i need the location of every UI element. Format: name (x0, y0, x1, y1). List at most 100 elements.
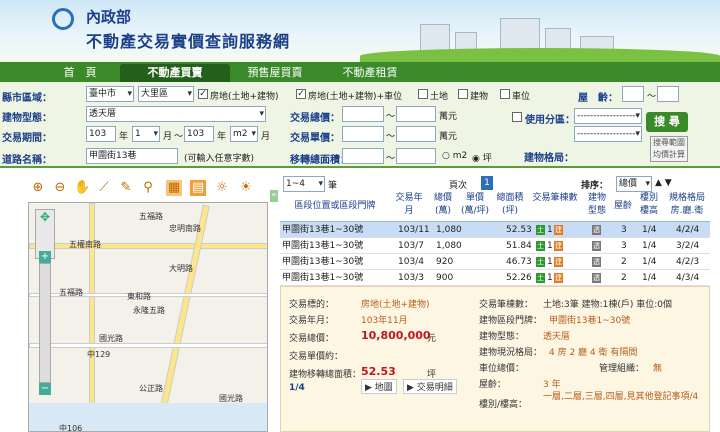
row-level: 1/4 (642, 225, 657, 235)
use-zone-sub-select[interactable]: ------------------- (574, 126, 642, 142)
map-view[interactable]: 五權南路 忠明南路 五福路 大明路 五福路 東和路 永隆五路 國光路 公正路 國… (28, 202, 268, 432)
type-land-label: 土地 (430, 92, 449, 102)
map-road (29, 343, 267, 348)
detail-link-button[interactable]: ▶ 交易明細 (403, 379, 457, 394)
map-label: 國光路 (219, 394, 243, 403)
unit-m2-radio[interactable]: ○ m2 (442, 151, 467, 161)
detail-pager[interactable]: 1/4 (289, 383, 305, 393)
map-label: 東和路 (127, 292, 151, 301)
table-row[interactable]: 甲圍街13巷1~30號 103/7 1,080 51.84 土 1 建 透 3 1/4 3/2/4 (280, 238, 710, 254)
year-from-input[interactable]: 103 (86, 126, 116, 142)
map-label: 國光路 (99, 334, 123, 343)
area-max-input[interactable] (396, 148, 436, 164)
detail-count: 土地:3筆 建物:1棟(戶) 車位:0個 (543, 300, 673, 310)
row-type-icon: 透 (592, 257, 601, 267)
type-land-checkbox[interactable] (418, 89, 428, 99)
zoom-out-icon[interactable]: − (39, 383, 51, 395)
search-button[interactable]: 搜 尋 (646, 112, 688, 132)
detail-key: 屋齡： (479, 380, 507, 390)
tab-real-estate-sale[interactable]: 不動產買賣 (120, 64, 230, 82)
land-icon: 土 (536, 225, 545, 235)
sun2-icon[interactable]: ☀ (238, 180, 254, 196)
pan-icon[interactable]: ✋ (74, 180, 90, 196)
zoom-in-icon[interactable]: ⊕ (30, 180, 46, 196)
row-type-icon: 透 (592, 225, 601, 235)
sort-select[interactable]: 總價 (616, 176, 652, 192)
map-label: 五福路 (139, 212, 163, 221)
collapse-panel-icon[interactable]: « (270, 190, 278, 202)
map-link-button[interactable]: ▶ 地圖 (361, 379, 397, 394)
detail-key: 建物型態： (479, 332, 525, 342)
unit-price-max-input[interactable] (396, 126, 436, 142)
pen-label: 筆 (328, 181, 338, 191)
row-count: 1 (547, 225, 553, 235)
table-row[interactable]: 甲圍街13巷1~30號 103/4 920 46.73 土 1 建 透 2 1/4 4/2/3 (280, 254, 710, 270)
draw-icon[interactable]: ✎ (118, 180, 134, 196)
map-label: 永隆五路 (133, 306, 165, 315)
measure-icon[interactable]: ⟋ (96, 180, 112, 196)
detail-building-type: 透天厝 (543, 332, 571, 342)
page-number[interactable]: 1 (481, 176, 493, 190)
price-max-input[interactable] (396, 106, 436, 122)
map-zoom-slider[interactable] (39, 263, 51, 383)
col-count: 交易筆棟數 (532, 193, 578, 203)
detail-mgmt: 無 (653, 364, 663, 374)
tab-presale[interactable]: 預售屋買賣 (230, 64, 320, 82)
type-house-land-label: 房地(土地+建物) (210, 92, 279, 102)
city-select[interactable]: 臺中市 (86, 86, 134, 102)
row-count: 1 (547, 273, 553, 283)
type-house-land-checkbox[interactable]: ✓ (198, 89, 208, 99)
row-addr: 甲圍街13巷1~30號 (282, 273, 364, 283)
main-nav: 首 頁 不動產買賣 預售屋買賣 不動產租賃 (0, 62, 720, 82)
area-min-input[interactable] (342, 148, 384, 164)
detail-total-price: 10,800,000 (361, 329, 431, 342)
detail-date: 103年11月 (361, 316, 408, 326)
detail-key: 交易年月： (289, 316, 335, 326)
building-type-select[interactable]: 透天厝 (86, 106, 266, 122)
period-label: 交易期間： (2, 133, 52, 144)
layer-icon[interactable]: ▦ (166, 180, 182, 196)
avg-price-calc-button[interactable]: 搜尋範圍均價計算 (650, 136, 688, 162)
row-level: 1/4 (642, 257, 657, 267)
tab-rental[interactable]: 不動產租賃 (325, 64, 415, 82)
col-addr: 區段位置或區段門牌 (294, 201, 376, 211)
type-building-checkbox[interactable] (458, 89, 468, 99)
year-to-input[interactable]: 103 (184, 126, 214, 142)
range-select[interactable]: 1~4 (283, 176, 325, 192)
unit-price-min-input[interactable] (342, 126, 384, 142)
detail-panel: 交易標的： 房地(土地+建物) 交易年月： 103年11月 交易總價： 10,8… (280, 286, 710, 432)
table-row[interactable]: 甲圍街13巷1~30號 103/11 1,080 52.53 土 1 建 透 3 1/4 4/2/4 (280, 222, 710, 238)
age-min-input[interactable] (622, 86, 644, 102)
row-area: 52.53 (506, 225, 532, 235)
sort-direction[interactable]: ▲ ▼ (655, 178, 672, 188)
map-toolbar: ⊕ ⊖ ✋ ⟋ ✎ ⚲ ▦ ▤ ☼ ☀ (28, 178, 276, 200)
price-min-input[interactable] (342, 106, 384, 122)
type-parking-checkbox[interactable] (500, 89, 510, 99)
district-select[interactable]: 大里區 (138, 86, 194, 102)
detail-key: 建物移轉總面積： (289, 370, 362, 380)
month-unit: 月 (163, 132, 173, 142)
detail-key: 建物區段門牌： (479, 316, 543, 326)
zoom-out-icon[interactable]: ⊖ (52, 180, 68, 196)
table-row[interactable]: 甲圍街13巷1~30號 103/3 900 52.26 土 1 建 透 2 1/4 4/3/4 (280, 270, 710, 286)
age-max-input[interactable] (657, 86, 679, 102)
unit-ping-radio[interactable]: ◉ 坪 (472, 151, 492, 164)
type-house-land-parking-checkbox[interactable]: ✓ (296, 89, 306, 99)
road-hint: (可輸入任意字數) (184, 154, 255, 164)
col-area: 總面積(坪) (496, 193, 524, 216)
detail-key: 樓別/樓高： (479, 400, 528, 410)
map-label: 五權南路 (69, 240, 101, 249)
use-zone-checkbox[interactable] (512, 112, 522, 122)
sun-icon[interactable]: ☼ (214, 180, 230, 196)
detail-key: 交易單價約： (289, 352, 344, 362)
tab-home[interactable]: 首 頁 (40, 64, 120, 82)
month-from-select[interactable]: 1 (132, 126, 160, 142)
grid-icon[interactable]: ▤ (190, 180, 206, 196)
month-to-select[interactable]: m2 (230, 126, 258, 142)
row-addr: 甲圍街13巷1~30號 (282, 225, 364, 235)
use-zone-select[interactable]: ------------------- (574, 108, 642, 124)
locate-icon[interactable]: ⚲ (140, 180, 156, 196)
road-input[interactable]: 甲圍街13巷 (86, 148, 178, 164)
zoom-in-icon[interactable]: + (39, 251, 51, 263)
row-type-icon: 透 (592, 273, 601, 283)
